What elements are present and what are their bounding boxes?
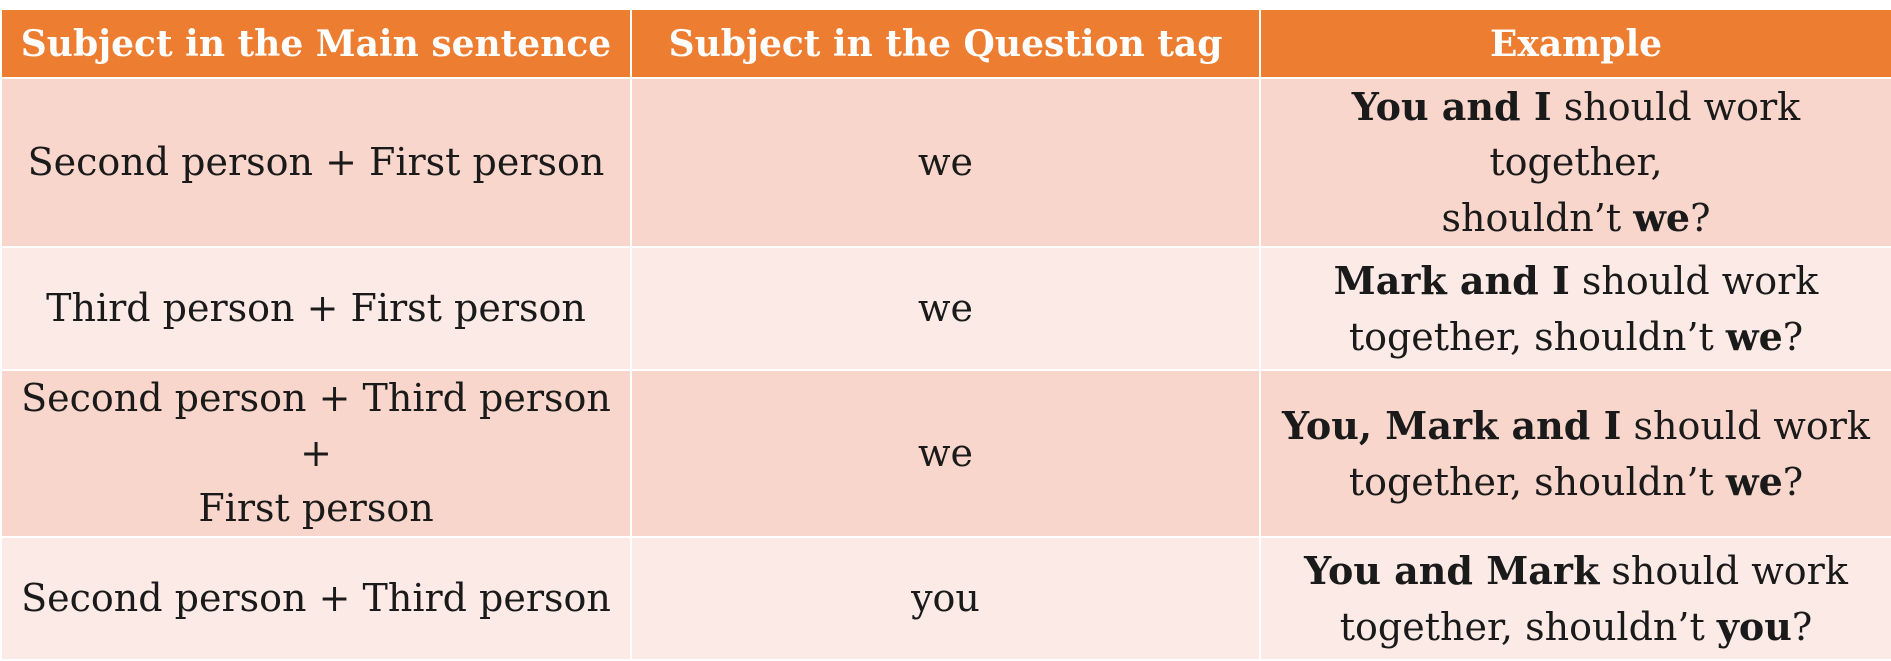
tag-subject-text: we bbox=[917, 286, 973, 330]
tag-subject-text: you bbox=[911, 576, 980, 620]
example-text: shouldn’t bbox=[1441, 196, 1634, 240]
table-row: Third person + First person we Mark and I … bbox=[0, 246, 1891, 371]
example-text: together, shouldn’t bbox=[1339, 604, 1717, 649]
main-subject-line: Second person + Third person bbox=[21, 576, 611, 620]
table-row: Second person + Third person + First pers… bbox=[0, 369, 1891, 538]
example-cell: Mark and I should work together, shouldn’… bbox=[1259, 246, 1891, 371]
example-text: should work bbox=[1569, 258, 1819, 303]
header-example: Example bbox=[1259, 8, 1891, 79]
table-body: Second person + First person we You and I … bbox=[0, 77, 1891, 661]
example-bold-text: You, Mark and I bbox=[1282, 402, 1622, 448]
example-cell: You and I should work together, shouldn’t… bbox=[1259, 77, 1891, 248]
example-text: should work bbox=[1599, 548, 1848, 593]
tag-subject-cell: we bbox=[630, 369, 1261, 538]
main-subject-cell: Second person + Third person bbox=[0, 536, 632, 661]
example-bold-text: You and Mark bbox=[1304, 547, 1600, 593]
tag-subject-text: we bbox=[917, 431, 973, 475]
example-text: ? bbox=[1782, 459, 1804, 504]
example-text: ? bbox=[1791, 604, 1813, 649]
example-text: ? bbox=[1690, 196, 1711, 240]
example-bold-text: you bbox=[1716, 603, 1792, 649]
header-tag-subject: Subject in the Question tag bbox=[630, 8, 1261, 79]
main-subject-line: Third person + First person bbox=[46, 286, 586, 330]
example-bold-text: You and I bbox=[1351, 84, 1552, 129]
example-bold-text: we bbox=[1725, 313, 1783, 359]
example-text: together, shouldn’t bbox=[1348, 314, 1726, 359]
tag-subject-text: we bbox=[917, 140, 973, 184]
main-subject-line: Second person + Third person + bbox=[21, 376, 611, 475]
example-text: together, shouldn’t bbox=[1348, 459, 1726, 504]
example-bold-text: we bbox=[1633, 195, 1691, 240]
question-tag-table: Subject in the Main sentence Subject in … bbox=[0, 8, 1891, 661]
main-subject-line: Second person + First person bbox=[27, 140, 605, 184]
tag-subject-cell: we bbox=[630, 246, 1261, 371]
header-row: Subject in the Main sentence Subject in … bbox=[0, 8, 1891, 79]
tag-subject-cell: you bbox=[630, 536, 1261, 661]
example-text: ? bbox=[1782, 314, 1804, 359]
main-subject-line: First person bbox=[198, 486, 434, 530]
tag-subject-cell: we bbox=[630, 77, 1261, 248]
main-subject-cell: Second person + Third person + First pers… bbox=[0, 369, 632, 538]
example-cell: You and Mark should work together, should… bbox=[1259, 536, 1891, 661]
main-subject-cell: Third person + First person bbox=[0, 246, 632, 371]
example-text: should work bbox=[1621, 403, 1870, 448]
main-subject-cell: Second person + First person bbox=[0, 77, 632, 248]
example-bold-text: Mark and I bbox=[1333, 257, 1570, 303]
table-row: Second person + First person we You and I … bbox=[0, 77, 1891, 248]
header-main-subject: Subject in the Main sentence bbox=[0, 8, 632, 79]
table-row: Second person + Third person you You and M… bbox=[0, 536, 1891, 661]
example-cell: You, Mark and I should work together, sho… bbox=[1259, 369, 1891, 538]
example-bold-text: we bbox=[1725, 458, 1783, 504]
